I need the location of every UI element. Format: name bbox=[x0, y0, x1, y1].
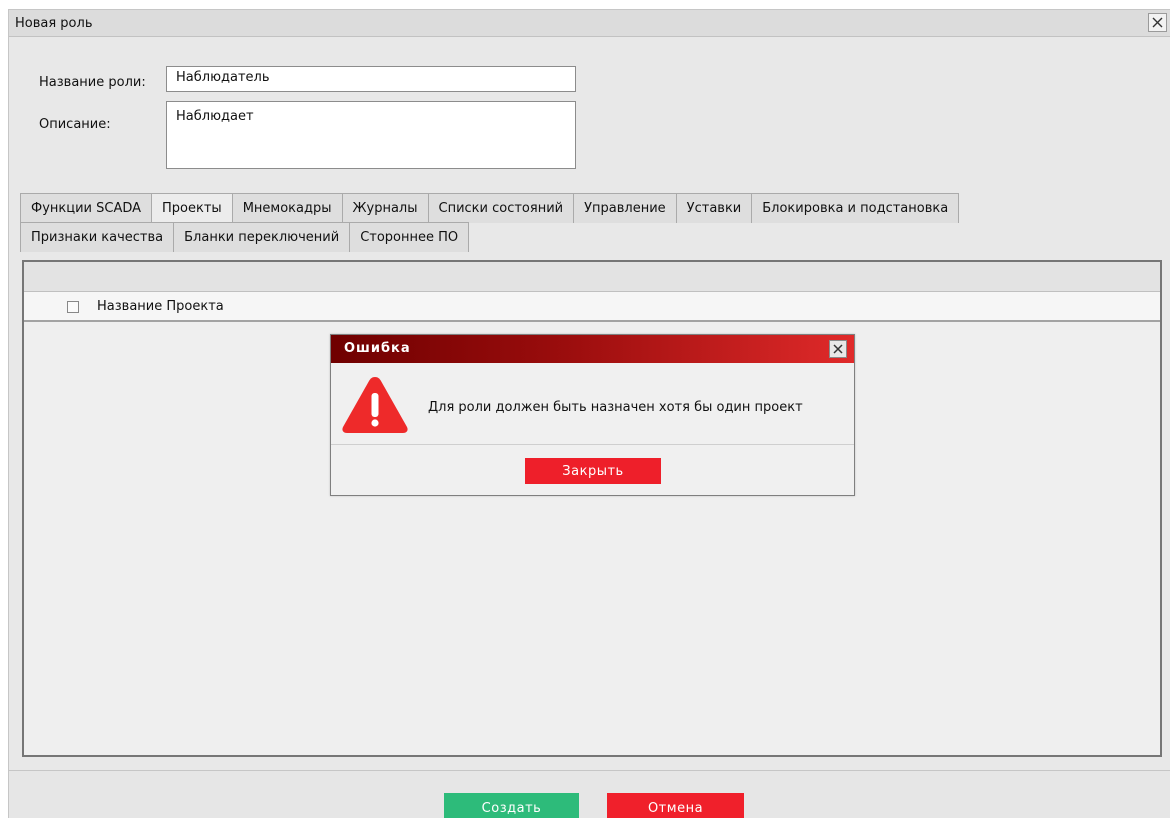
error-message: Для роли должен быть назначен хотя бы од… bbox=[428, 400, 803, 415]
warning-icon bbox=[342, 377, 408, 433]
tab-third-party-software[interactable]: Стороннее ПО bbox=[349, 222, 470, 252]
error-dialog-titlebar: Ошибка bbox=[331, 335, 854, 363]
tab-control[interactable]: Управление bbox=[573, 193, 677, 223]
error-dialog: Ошибка Для роли должен быть назначен хот… bbox=[330, 334, 855, 496]
role-name-label: Название роли: bbox=[39, 75, 146, 90]
tab-blocking-substitution[interactable]: Блокировка и подстановка bbox=[751, 193, 960, 223]
tab-scada-functions[interactable]: Функции SCADA bbox=[20, 193, 153, 223]
cancel-button[interactable]: Отмена bbox=[607, 793, 744, 818]
close-icon bbox=[1152, 17, 1163, 28]
select-all-checkbox[interactable] bbox=[67, 301, 79, 313]
tab-journals[interactable]: Журналы bbox=[341, 193, 429, 223]
tab-state-lists[interactable]: Списки состояний bbox=[427, 193, 575, 223]
tab-switching-forms[interactable]: Бланки переключений bbox=[173, 222, 351, 252]
tabs-row-2: Признаки качества Бланки переключений Ст… bbox=[20, 222, 470, 252]
description-textarea[interactable]: Наблюдает bbox=[166, 101, 576, 169]
projects-panel-header bbox=[24, 262, 1160, 292]
window-title: Новая роль bbox=[15, 16, 93, 31]
error-dialog-title: Ошибка bbox=[344, 341, 411, 356]
tab-projects[interactable]: Проекты bbox=[151, 193, 233, 223]
tabs-row-1: Функции SCADA Проекты Мнемокадры Журналы… bbox=[20, 193, 960, 223]
dialog-close-button[interactable]: Закрыть bbox=[525, 458, 661, 484]
tab-quality-flags[interactable]: Признаки качества bbox=[20, 222, 175, 252]
projects-column-header: Название Проекта bbox=[24, 292, 1160, 322]
description-label: Описание: bbox=[39, 117, 111, 132]
error-dialog-close-button[interactable] bbox=[829, 340, 847, 358]
window-footer: Создать Отмена bbox=[9, 770, 1170, 818]
project-name-column-label: Название Проекта bbox=[97, 299, 224, 314]
tab-setpoints[interactable]: Уставки bbox=[675, 193, 753, 223]
close-icon bbox=[833, 344, 843, 354]
create-button[interactable]: Создать bbox=[444, 793, 579, 818]
role-name-input[interactable]: Наблюдатель bbox=[166, 66, 576, 92]
window-titlebar: Новая роль bbox=[9, 10, 1170, 37]
window-close-button[interactable] bbox=[1148, 13, 1167, 32]
tab-mnemoframes[interactable]: Мнемокадры bbox=[231, 193, 343, 223]
error-dialog-body: Для роли должен быть назначен хотя бы од… bbox=[331, 363, 854, 445]
